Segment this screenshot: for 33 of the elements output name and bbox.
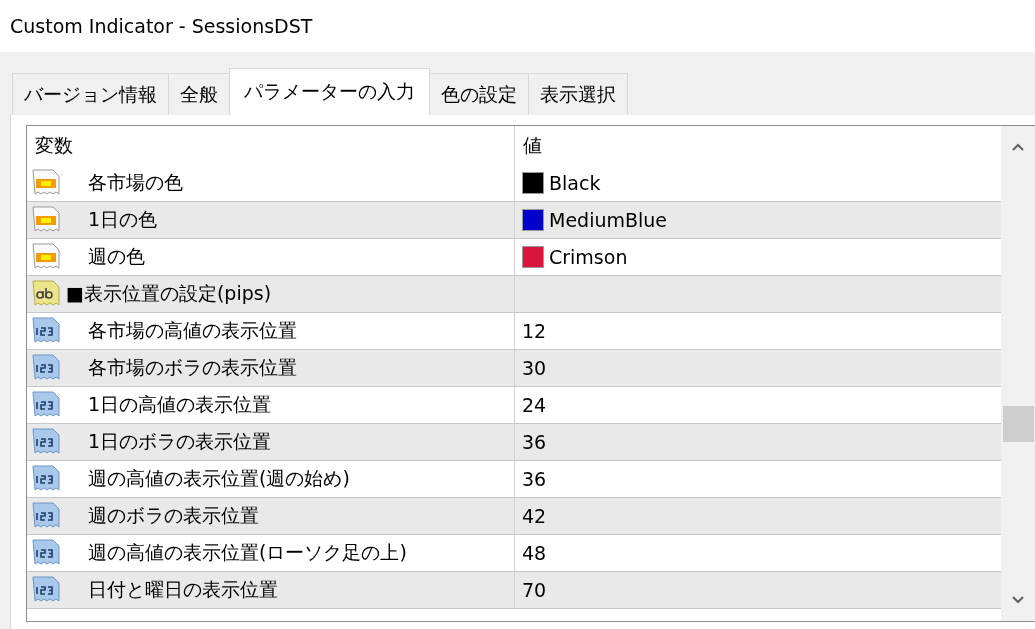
tab[interactable]: パラメーターの入力 bbox=[229, 68, 430, 115]
parameter-value[interactable]: 70 bbox=[522, 579, 547, 601]
scroll-up-icon[interactable] bbox=[1011, 142, 1025, 152]
parameter-value[interactable]: 36 bbox=[522, 468, 547, 490]
window-title: Custom Indicator - SessionsDST bbox=[10, 15, 313, 37]
parameter-name: ■表示位置の設定(pips) bbox=[66, 281, 272, 306]
parameter-name: 週の高値の表示位置(ローソク足の上) bbox=[88, 540, 407, 565]
parameter-name: 週のボラの表示位置 bbox=[88, 503, 259, 528]
parameter-name: 各市場のボラの表示位置 bbox=[88, 355, 297, 380]
parameter-value[interactable]: Black bbox=[549, 172, 601, 194]
tab[interactable]: 表示選択 bbox=[528, 73, 628, 115]
parameter-name: 1日の高値の表示位置 bbox=[88, 392, 272, 417]
parameter-name: 週の色 bbox=[88, 244, 145, 269]
parameter-value[interactable]: MediumBlue bbox=[549, 209, 668, 231]
parameter-value[interactable]: 42 bbox=[522, 505, 547, 527]
scroll-down-icon[interactable] bbox=[1011, 595, 1025, 605]
parameter-value[interactable]: 24 bbox=[522, 394, 547, 416]
tab[interactable]: バージョン情報 bbox=[12, 73, 169, 115]
parameter-value[interactable]: 12 bbox=[522, 320, 547, 342]
parameter-name: 週の高値の表示位置(週の始め) bbox=[88, 466, 350, 491]
scrollbar[interactable] bbox=[1001, 126, 1035, 621]
parameter-value[interactable]: Crimson bbox=[549, 246, 628, 268]
scrollbar-thumb[interactable] bbox=[1002, 406, 1034, 442]
parameter-name: 日付と曜日の表示位置 bbox=[88, 577, 278, 602]
parameter-value[interactable]: 48 bbox=[522, 542, 547, 564]
column-header: 変数 bbox=[34, 132, 73, 158]
column-header: 値 bbox=[522, 132, 542, 158]
parameter-value[interactable]: 36 bbox=[522, 431, 547, 453]
parameter-name: 各市場の高値の表示位置 bbox=[88, 318, 297, 343]
parameter-name: 1日の色 bbox=[88, 207, 158, 232]
parameter-name: 各市場の色 bbox=[88, 170, 183, 195]
parameter-name: 1日のボラの表示位置 bbox=[88, 429, 272, 454]
parameter-value[interactable]: 30 bbox=[522, 357, 547, 379]
